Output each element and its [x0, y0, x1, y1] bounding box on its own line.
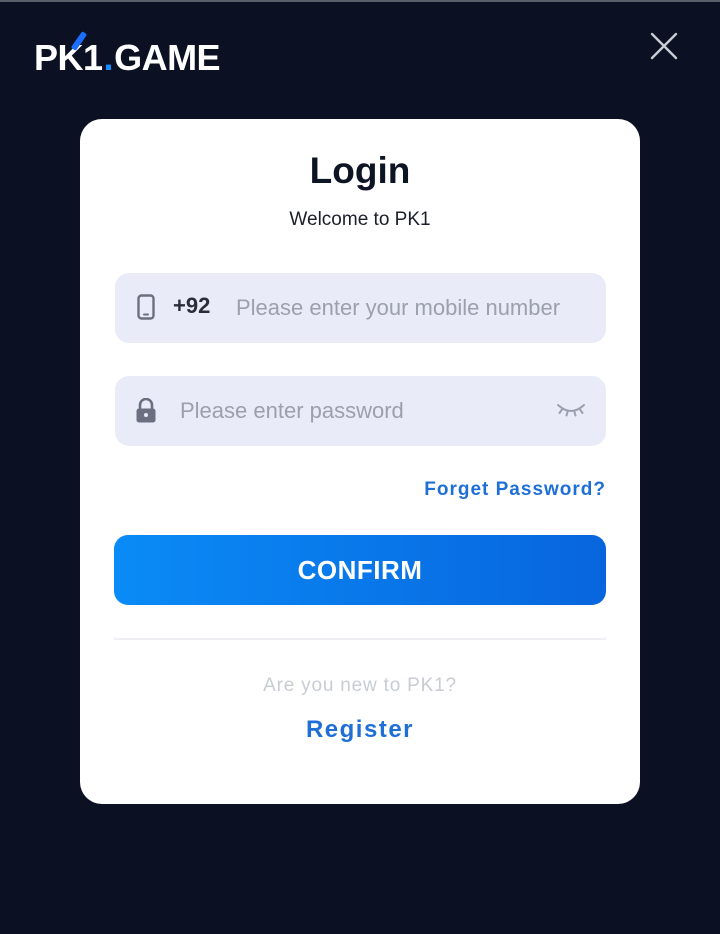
mobile-number-input[interactable] [236, 291, 596, 325]
page-subtitle: Welcome to PK1 [289, 209, 431, 230]
forget-password-link[interactable]: Forget Password? [402, 479, 606, 501]
country-code[interactable]: +92 [173, 293, 210, 319]
page-title: Login [309, 150, 411, 191]
register-link[interactable]: Register [0, 716, 720, 744]
close-icon [650, 32, 678, 60]
divider [114, 638, 606, 640]
confirm-button[interactable]: CONFIRM [114, 535, 606, 605]
new-user-text: Are you new to PK1? [263, 675, 457, 696]
logo-game: GAME [114, 37, 221, 78]
logo-dot: . [103, 37, 114, 78]
logo-pk: P [34, 37, 58, 78]
close-button[interactable] [648, 30, 680, 62]
top-border [0, 0, 720, 2]
brand-logo: P K 1. GAME [34, 31, 221, 79]
logo-k: K [58, 31, 87, 79]
password-field[interactable] [115, 376, 606, 446]
eye-closed-icon[interactable] [556, 401, 586, 419]
logo-1: 1 [83, 37, 103, 78]
phone-icon [137, 294, 155, 320]
lock-icon [136, 398, 156, 423]
password-input[interactable] [180, 394, 540, 428]
